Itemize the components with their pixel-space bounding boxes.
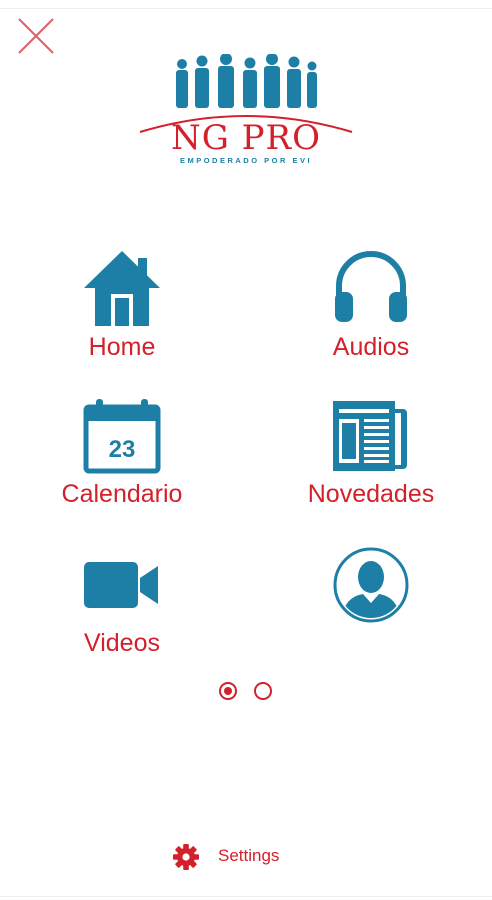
logo-people-icon	[176, 54, 317, 108]
menu-item-label: Audios	[332, 333, 410, 361]
newspaper-icon	[333, 401, 407, 471]
gear-icon	[173, 844, 199, 870]
page-dot[interactable]	[253, 681, 273, 701]
menu-item-label: Videos	[84, 629, 160, 657]
menu-item-label: Home	[88, 333, 156, 361]
calendar-icon: 23	[83, 399, 161, 474]
headphones-icon	[335, 251, 407, 322]
menu-item-audios[interactable]: Audios	[271, 248, 471, 368]
menu-item-novedades[interactable]: Novedades	[271, 397, 471, 517]
settings-label: Settings	[218, 846, 280, 865]
page-dot-active[interactable]	[218, 681, 238, 701]
menu-item-home[interactable]: Home	[22, 248, 222, 368]
menu-item-label: Novedades	[307, 480, 435, 508]
close-button[interactable]	[16, 16, 56, 56]
house-icon	[84, 251, 160, 326]
menu-item-videos[interactable]: Videos	[22, 548, 222, 668]
calendar-date: 23	[109, 436, 136, 463]
profile-icon	[333, 547, 409, 623]
app-logo: NG PRO EMPODERADO POR EVI	[138, 54, 354, 172]
bottom-divider	[0, 896, 492, 897]
menu-item-label: Calendario	[61, 480, 183, 508]
settings-button[interactable]: Settings	[172, 840, 312, 874]
menu-item-calendario[interactable]: 23 Calendario	[22, 397, 222, 517]
logo-title: NG PRO	[170, 118, 322, 158]
logo-tagline: EMPODERADO POR EVI	[179, 156, 313, 165]
close-icon	[18, 18, 54, 54]
video-camera-icon	[84, 562, 158, 608]
menu-item-profile[interactable]	[271, 545, 471, 665]
top-divider	[0, 8, 492, 9]
